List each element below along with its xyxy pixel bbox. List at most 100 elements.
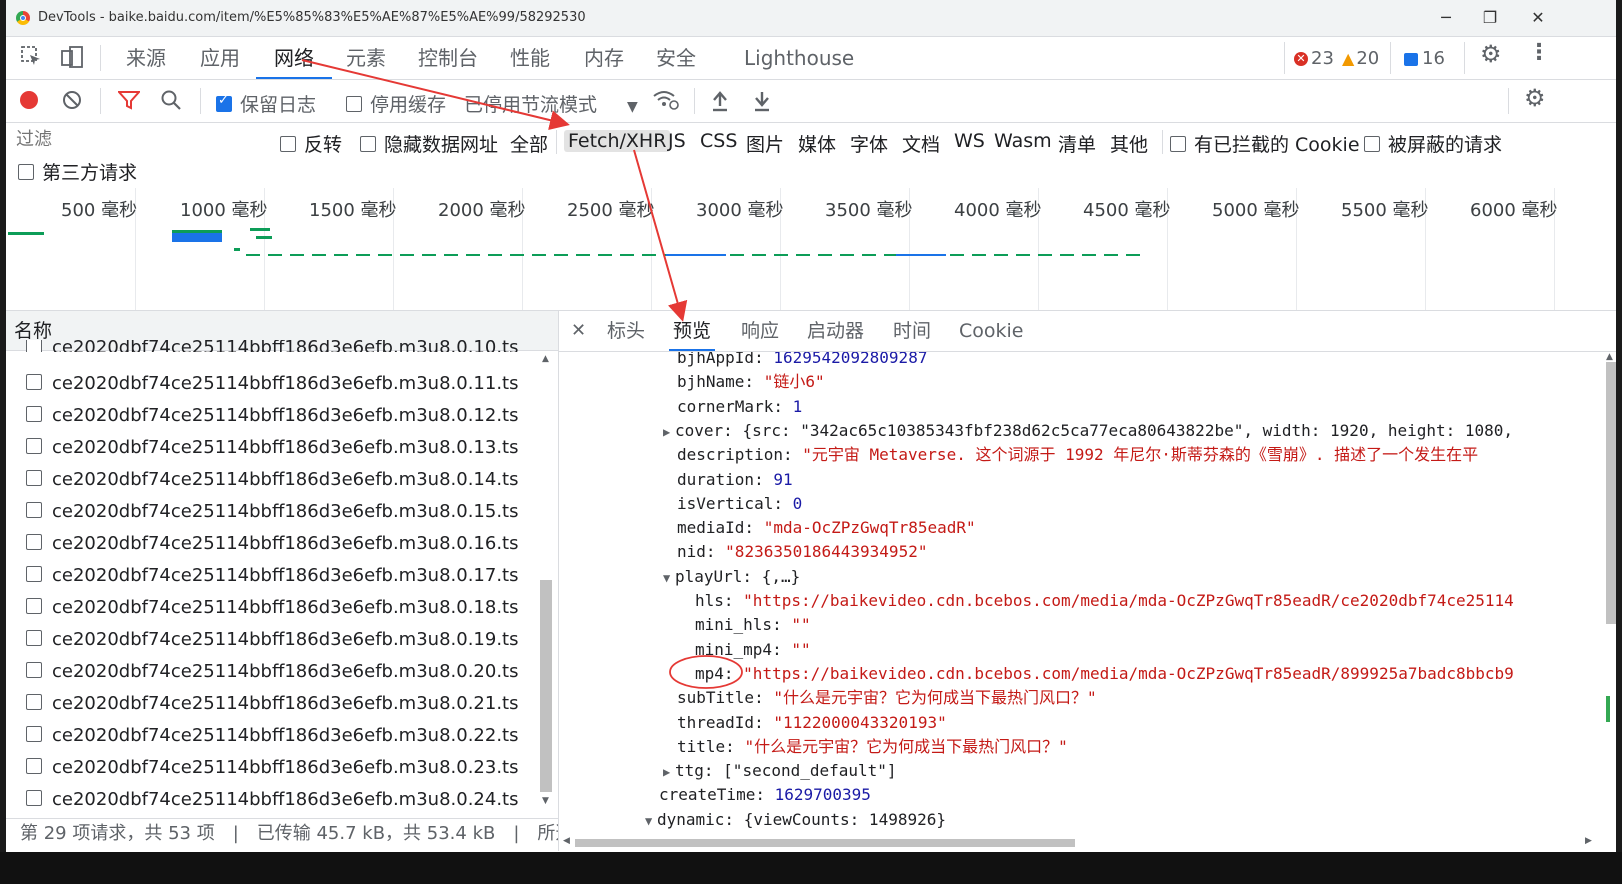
checkbox[interactable] [18,163,34,180]
invert-checkbox[interactable]: 反转 [280,130,342,157]
error-count-badge[interactable]: ✕ 23 [1294,46,1334,72]
row-checkbox[interactable] [26,470,42,486]
third-party-checkbox[interactable]: 第三方请求 [18,158,137,185]
device-toolbar-icon[interactable] [60,45,84,74]
tab-timing[interactable]: 时间 [893,311,931,351]
type-filter-font[interactable]: 字体 [850,130,888,157]
row-checkbox[interactable] [26,374,42,390]
tab-cookies[interactable]: Cookie [959,311,1024,351]
type-filter-img[interactable]: 图片 [746,130,784,157]
tab-preview[interactable]: 预览 [669,311,716,351]
clear-icon[interactable] [62,90,82,114]
timeline-overview[interactable]: 500 毫秒 1000 毫秒 1500 毫秒 2000 毫秒 2500 毫秒 3… [6,188,1616,311]
scroll-right-icon[interactable]: ▶ [1585,836,1592,846]
type-filter-ws[interactable]: WS [954,130,985,152]
table-row[interactable]: ce2020dbf74ce25114bbff186d3e6efb.m3u8.0.… [12,368,548,400]
request-list-scrollbar[interactable]: ▲ ▼ [540,352,552,812]
tab-lighthouse[interactable]: Lighthouse [744,37,854,79]
type-filter-js[interactable]: JS [668,130,686,152]
table-row[interactable]: ce2020dbf74ce25114bbff186d3e6efb.m3u8.0.… [12,560,548,592]
row-checkbox[interactable] [26,726,42,742]
throttling-select[interactable]: 已停用节流模式 ▼ [464,90,638,117]
table-row[interactable]: ce2020dbf74ce25114bbff186d3e6efb.m3u8.0.… [12,432,548,464]
minimize-button[interactable]: ─ [1434,6,1458,30]
table-row[interactable]: ce2020dbf74ce25114bbff186d3e6efb.m3u8.0.… [12,528,548,560]
json-property-row[interactable]: ▼ dynamic: {viewCounts: 1498926} [645,808,946,832]
type-filter-fetch-xhr[interactable]: Fetch/XHR [564,130,671,152]
preserve-log-checkbox[interactable]: 保留日志 [216,90,316,117]
scroll-up-icon[interactable]: ▲ [542,354,549,364]
tab-sources[interactable]: 来源 [126,37,166,79]
network-settings-icon[interactable]: ⚙ [1524,84,1546,112]
tab-initiator[interactable]: 启动器 [807,311,864,351]
table-row[interactable]: ce2020dbf74ce25114bbff186d3e6efb.m3u8.0.… [12,784,548,816]
row-checkbox[interactable] [26,502,42,518]
row-checkbox[interactable] [26,406,42,422]
row-checkbox[interactable] [26,438,42,454]
table-row[interactable]: ce2020dbf74ce25114bbff186d3e6efb.m3u8.0.… [12,592,548,624]
row-checkbox[interactable] [26,662,42,678]
close-button[interactable]: ✕ [1526,6,1550,30]
table-row[interactable]: ce2020dbf74ce25114bbff186d3e6efb.m3u8.0.… [12,752,548,784]
table-row[interactable]: ce2020dbf74ce25114bbff186d3e6efb.m3u8.0.… [12,624,548,656]
checkbox-checked[interactable] [216,93,232,112]
type-filter-doc[interactable]: 文档 [902,130,940,157]
tab-console[interactable]: 控制台 [418,37,478,79]
type-filter-media[interactable]: 媒体 [798,130,836,157]
table-row[interactable]: ce2020dbf74ce25114bbff186d3e6efb.m3u8.0.… [12,496,548,528]
collapse-arrow-icon[interactable]: ▼ [663,566,675,590]
message-count-badge[interactable]: 16 [1404,46,1445,72]
checkbox[interactable] [346,95,362,112]
collapse-arrow-icon[interactable]: ▼ [645,809,657,832]
table-row[interactable]: ce2020dbf74ce25114bbff186d3e6efb.m3u8.0.… [12,656,548,688]
search-icon[interactable] [160,89,182,115]
table-row[interactable]: ce2020dbf74ce25114bbff186d3e6efb.m3u8.0.… [12,464,548,496]
row-checkbox[interactable] [26,790,42,806]
more-options-icon[interactable]: ⋮ [1528,40,1550,65]
expand-arrow-icon[interactable]: ▶ [663,420,675,444]
scroll-thumb[interactable] [575,839,1075,847]
row-checkbox[interactable] [26,534,42,550]
blocked-cookies-checkbox[interactable]: 有已拦截的 Cookie [1170,130,1360,157]
row-checkbox[interactable] [26,598,42,614]
row-checkbox[interactable] [26,630,42,646]
filter-icon[interactable] [116,90,142,114]
blocked-requests-checkbox[interactable]: 被屏蔽的请求 [1364,130,1502,157]
record-icon[interactable] [20,91,38,109]
import-har-icon[interactable] [710,90,730,116]
row-checkbox[interactable] [26,340,42,352]
type-filter-css[interactable]: CSS [700,130,737,152]
checkbox[interactable] [280,135,296,152]
network-conditions-icon[interactable] [652,88,680,116]
row-checkbox[interactable] [26,758,42,774]
tab-headers[interactable]: 标头 [607,311,645,351]
close-details-icon[interactable]: ✕ [571,311,586,351]
hide-data-urls-checkbox[interactable]: 隐藏数据网址 [360,130,498,157]
table-row[interactable]: ce2020dbf74ce25114bbff186d3e6efb.m3u8.0.… [12,340,548,352]
scroll-up-icon[interactable]: ▲ [1606,352,1613,362]
preview-horizontal-scrollbar[interactable]: ◀ ▶ [559,836,1599,850]
row-checkbox[interactable] [26,694,42,710]
tab-memory[interactable]: 内存 [584,37,624,79]
tab-performance[interactable]: 性能 [510,37,550,79]
disable-cache-checkbox[interactable]: 停用缓存 [346,90,446,117]
checkbox[interactable] [360,135,376,152]
type-filter-all[interactable]: 全部 [510,130,548,157]
checkbox[interactable] [1364,135,1380,152]
table-row[interactable]: ce2020dbf74ce25114bbff186d3e6efb.m3u8.0.… [12,688,548,720]
type-filter-manifest[interactable]: 清单 [1058,130,1096,157]
row-checkbox[interactable] [26,566,42,582]
scroll-down-icon[interactable]: ▼ [542,796,549,806]
scroll-left-icon[interactable]: ◀ [563,836,570,846]
settings-gear-icon[interactable]: ⚙ [1480,40,1502,68]
preview-scrollbar[interactable]: ▲ [1606,352,1618,852]
json-property-row[interactable]: ▼ playUrl: {,…} [663,565,800,589]
json-property-row[interactable]: ▶ ttg: ["second_default"] [663,759,897,783]
filter-input[interactable] [14,124,266,154]
table-row[interactable]: ce2020dbf74ce25114bbff186d3e6efb.m3u8.0.… [12,720,548,752]
type-filter-wasm[interactable]: Wasm [994,130,1052,152]
type-filter-other[interactable]: 其他 [1110,130,1148,157]
tab-network[interactable]: 网络 [256,37,332,79]
warning-count-badge[interactable]: ▲ 20 [1342,46,1379,72]
expand-arrow-icon[interactable]: ▶ [663,760,675,784]
